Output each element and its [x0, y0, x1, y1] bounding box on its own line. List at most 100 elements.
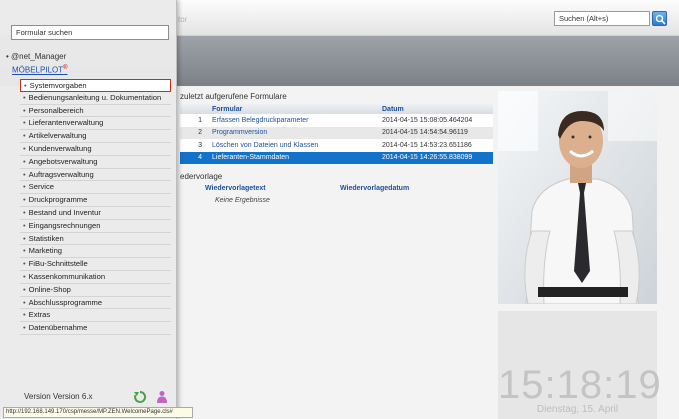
row-form-link[interactable]: Erfassen Belegdruckparameter [210, 114, 380, 127]
menu-item-label: Angebotsverwaltung [28, 156, 98, 166]
bullet-icon: • [23, 118, 26, 128]
bullet-icon: • [23, 207, 26, 217]
tree-product-label: MÖBELPILOT [12, 65, 64, 75]
menu-item-label: Eingangsrechnungen [28, 220, 101, 230]
menu-item-label: Statistiken [28, 233, 64, 243]
registered-mark: ® [63, 65, 68, 71]
menu-item-druckprogramme[interactable]: • Druckprogramme [20, 194, 171, 207]
row-number: 1 [180, 114, 210, 127]
menu-item-personalbereich[interactable]: • Personalbereich [20, 105, 171, 118]
user-icon[interactable] [156, 390, 168, 406]
menu-item-label: Artikelverwaltung [28, 131, 87, 141]
row-date: 2014-04-15 15:08:05.464204 [380, 114, 493, 127]
clock-time: 15:18:19 [498, 363, 662, 407]
menu-item-systemvorgaben[interactable]: • Systemvorgaben [20, 79, 171, 92]
bullet-icon: • [23, 143, 26, 153]
menu-item-auftragsverwaltung[interactable]: • Auftragsverwaltung [20, 169, 171, 182]
menu-item-fibu-schnittstelle[interactable]: • FiBu-Schnittstelle [20, 258, 171, 271]
wiedervorlage-title: edervorlage [180, 172, 223, 181]
search-button[interactable] [652, 11, 667, 26]
menu-item-label: Abschlussprogramme [28, 297, 103, 307]
row-number: 2 [180, 126, 210, 139]
menu-item-label: Datenübernahme [28, 323, 88, 333]
menu-item-angebotsverwaltung[interactable]: • Angebotsverwaltung [20, 156, 171, 169]
row-form-link[interactable]: Lieferanten-Stammdaten [210, 151, 380, 164]
menu-item-label: Druckprogramme [28, 195, 88, 205]
bullet-icon: • [23, 323, 26, 333]
menu-item-statistiken[interactable]: • Statistiken [20, 233, 171, 246]
menu-item-label: Lieferantenverwaltung [28, 118, 104, 128]
recent-forms-title: zuletzt aufgerufene Formulare [180, 92, 287, 101]
row-number: 4 [180, 151, 210, 164]
table-row-selected[interactable]: 4 Lieferanten-Stammdaten 2014-04-15 14:2… [180, 151, 493, 164]
menu-item-artikelverwaltung[interactable]: • Artikelverwaltung [20, 130, 171, 143]
bullet-icon: • [23, 284, 26, 294]
top-bar-ghost-text: tor [178, 15, 188, 24]
row-number: 3 [180, 139, 210, 152]
status-bar-url: http://192.168.149.170/csp/messe/MP.ZEN.… [3, 407, 193, 418]
menu-item-label: Kundenverwaltung [28, 143, 92, 153]
menu-item-label: Auftragsverwaltung [28, 169, 94, 179]
bullet-icon: • [23, 92, 26, 102]
businessman-photo [498, 91, 657, 304]
menu-item-label: FiBu-Schnittstelle [28, 259, 88, 269]
row-date: 2014-04-15 14:26:55.838099 [380, 151, 493, 164]
menu-item-label: Service [28, 182, 54, 192]
menu-item-abschlussprogramme[interactable]: • Abschlussprogramme [20, 297, 171, 310]
tree-root-label: @net_Manager [11, 52, 67, 61]
row-date: 2014-04-15 14:54:54.96119 [380, 126, 493, 139]
menu-item-label: Marketing [28, 246, 63, 256]
bullet-icon: • [23, 310, 26, 320]
menu-item-bedienungsanleitung[interactable]: • Bedienungsanleitung u. Dokumentation [20, 92, 171, 105]
menu-item-bestand-inventur[interactable]: • Bestand und Inventur [20, 207, 171, 220]
search-icon [655, 14, 666, 25]
bullet-icon: • [23, 169, 26, 179]
col-formular: Formular [210, 104, 380, 114]
menu-item-marketing[interactable]: • Marketing [20, 245, 171, 259]
wiedervorlage-header: Wiedervorlagetext Wiedervorlagedatum [180, 184, 493, 195]
menu-item-label: Kassenkommunikation [28, 271, 106, 281]
tree-product-link[interactable]: MÖBELPILOT® [12, 65, 68, 75]
tree-root-item[interactable]: • @net_Manager [6, 52, 66, 61]
wiedervorlage-empty: Keine Ergebnisse [215, 197, 270, 204]
menu-item-online-shop[interactable]: • Online-Shop [20, 284, 171, 297]
refresh-icon[interactable] [133, 390, 147, 406]
form-search-input[interactable]: Formular suchen [11, 25, 169, 40]
bullet-icon: • [23, 182, 26, 192]
table-row[interactable]: 2 Programmversion 2014-04-15 14:54:54.96… [180, 126, 493, 139]
bullet-icon: • [23, 156, 26, 166]
menu-item-label: Bedienungsanleitung u. Dokumentation [28, 92, 162, 102]
bullet-icon: • [23, 220, 26, 230]
menu-item-label: Extras [28, 310, 51, 320]
bullet-icon: • [23, 259, 26, 269]
menu-item-lieferantenverwaltung[interactable]: • Lieferantenverwaltung [20, 117, 171, 131]
bullet-icon: • [23, 233, 26, 243]
bullet-icon: • [24, 81, 27, 90]
menu-item-extras[interactable]: • Extras [20, 309, 171, 323]
menu-item-label: Personalbereich [28, 105, 84, 115]
bullet-icon: • [23, 271, 26, 281]
menu-item-eingangsrechnungen[interactable]: • Eingangsrechnungen [20, 220, 171, 233]
bullet-icon: • [23, 246, 26, 256]
menu-item-service[interactable]: • Service [20, 181, 171, 195]
clock-widget: 15:18:19 Dienstag, 15. April [498, 311, 662, 419]
menu-item-label: Online-Shop [28, 284, 71, 294]
table-row[interactable]: 1 Erfassen Belegdruckparameter 2014-04-1… [180, 114, 493, 127]
row-form-link[interactable]: Programmversion [210, 126, 380, 139]
bullet-icon: • [23, 105, 26, 115]
version-label: Version Version 6.x [24, 392, 93, 401]
row-date: 2014-04-15 14:53:23.651186 [380, 139, 493, 152]
bullet-icon: • [23, 131, 26, 141]
global-search-input[interactable]: Suchen (Alt+s) [554, 11, 650, 26]
table-row[interactable]: 3 Löschen von Dateien und Klassen 2014-0… [180, 139, 493, 152]
bullet-icon: • [23, 195, 26, 205]
menu-item-label: Bestand und Inventur [28, 207, 101, 217]
menu-item-kassenkommunikation[interactable]: • Kassenkommunikation [20, 271, 171, 284]
bullet-icon: • [23, 297, 26, 307]
col-datum: Datum [380, 104, 493, 114]
menu-item-kundenverwaltung[interactable]: • Kundenverwaltung [20, 143, 171, 156]
clock-date: Dienstag, 15. April [536, 404, 619, 415]
menu-item-datenuebernahme[interactable]: • Datenübernahme [20, 322, 171, 335]
col-wiedervorlagedatum: Wiedervorlagedatum [340, 185, 410, 192]
row-form-link[interactable]: Löschen von Dateien und Klassen [210, 139, 380, 152]
